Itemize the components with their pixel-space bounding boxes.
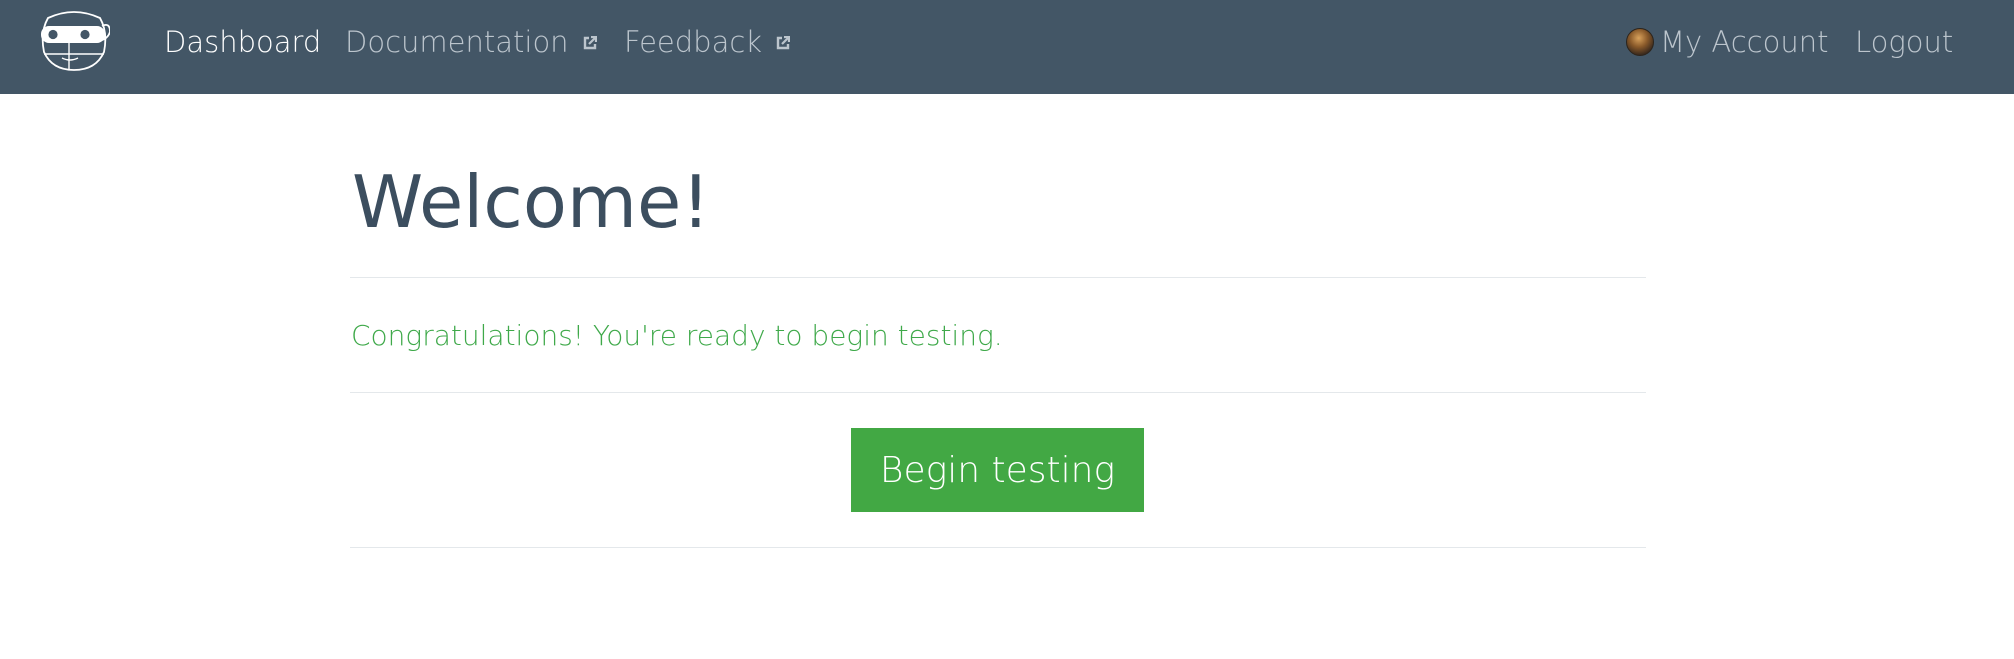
nav-feedback-label: Feedback [624,25,763,59]
nav-dashboard-label: Dashboard [164,25,322,59]
ninja-mascot-icon[interactable] [38,10,110,72]
page-title: Welcome! [352,160,711,244]
divider [350,277,1646,278]
divider [350,547,1646,548]
avatar [1626,28,1654,56]
logout-link[interactable]: Logout [1855,22,1953,62]
success-message: Congratulations! You're ready to begin t… [351,319,1003,352]
my-account-label: My Account [1660,25,1829,59]
begin-testing-button[interactable]: Begin testing [851,428,1144,512]
nav-feedback-link[interactable]: Feedback [624,22,791,62]
nav-dashboard-link[interactable]: Dashboard [164,22,321,62]
nav-documentation-link[interactable]: Documentation [345,22,597,62]
top-navbar: Dashboard Documentation Feedback My Acco… [0,0,2014,94]
my-account-link[interactable]: My Account [1626,22,1829,62]
external-link-icon [583,36,597,50]
logout-label: Logout [1855,25,1954,59]
nav-documentation-label: Documentation [345,25,569,59]
divider [350,392,1646,393]
external-link-icon [776,36,791,50]
